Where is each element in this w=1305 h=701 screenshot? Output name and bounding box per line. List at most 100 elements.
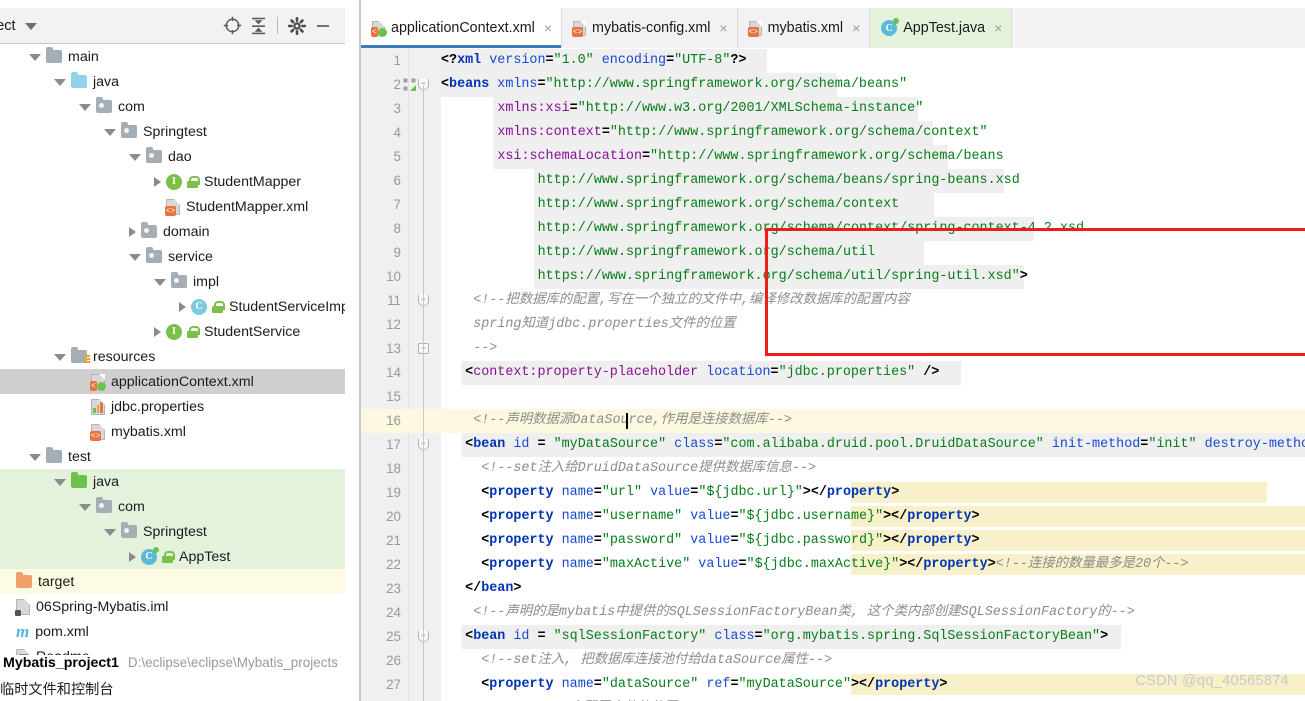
tree-item-studentmapper-xml[interactable]: <> StudentMapper.xml — [0, 194, 345, 219]
tree-item-label: applicationContext.xml — [111, 373, 254, 390]
tree-item-domain[interactable]: domain — [0, 219, 345, 244]
tree-item-icon: C — [136, 546, 178, 565]
tree-expand-arrow[interactable] — [154, 176, 161, 187]
toolbar-divider — [277, 17, 278, 34]
editor-tab-label: mybatis.xml — [767, 20, 844, 36]
editor-tab-bar[interactable]: < applicationContext.xml × <> mybatis-config… — [361, 8, 1305, 48]
tree-item-springtest[interactable]: Springtest — [0, 519, 345, 544]
line-number: 6 — [393, 173, 401, 188]
tree-item-icon: <> — [161, 198, 185, 216]
code-fold-guide — [423, 85, 424, 701]
close-icon[interactable]: × — [544, 21, 552, 35]
line-number: 7 — [393, 197, 401, 212]
code-line-text: </bean> — [465, 581, 522, 596]
tree-item-pom-xml[interactable]: m pom.xml — [0, 619, 345, 644]
code-line-text: <bean id = "sqlSessionFactory" class="or… — [465, 629, 1109, 644]
tree-item-apptest[interactable]: C AppTest — [0, 544, 345, 569]
code-line-text: --> — [473, 341, 498, 356]
tree-item-resources[interactable]: resources — [0, 344, 345, 369]
tree-expand-arrow[interactable] — [54, 79, 66, 86]
tree-item-main[interactable]: main — [0, 44, 345, 69]
watermark-text: CSDN @qq_40565874 — [1135, 673, 1289, 689]
line-number: 13 — [386, 341, 401, 356]
tree-expand-arrow[interactable] — [154, 326, 161, 337]
tree-expand-arrow[interactable] — [129, 254, 141, 261]
tree-item-label: jdbc.properties — [111, 398, 205, 415]
collapse-all-icon[interactable] — [245, 13, 271, 39]
tree-item-applicationcontext-xml[interactable]: < applicationContext.xml — [0, 369, 345, 394]
line-number: 28 — [361, 697, 401, 701]
code-line: 26 <!--set注入, 把数据库连接池付给dataSource属性--> — [361, 649, 1305, 673]
tree-item-service[interactable]: service — [0, 244, 345, 269]
tree-expand-arrow[interactable] — [29, 454, 41, 461]
tree-item-label: domain — [163, 223, 210, 240]
tree-expand-arrow[interactable] — [104, 129, 116, 136]
line-number: 26 — [386, 653, 401, 668]
tree-item-label: impl — [193, 273, 220, 290]
tree-item-impl[interactable]: impl — [0, 269, 345, 294]
tree-item-icon: I — [161, 173, 203, 190]
tree-item-label: pom.xml — [35, 623, 89, 640]
tree-item-java[interactable]: java — [0, 469, 345, 494]
tree-item-label: 06Spring-Mybatis.iml — [36, 598, 169, 615]
code-line-text: <property name="password" value="${jdbc.… — [481, 533, 980, 548]
close-icon[interactable]: × — [719, 21, 727, 35]
editor-tab-mybatis-xml[interactable]: <> mybatis.xml × — [738, 8, 871, 48]
tree-item-icon: C — [186, 298, 228, 315]
close-icon[interactable]: × — [994, 21, 1002, 35]
project-tree[interactable]: main java com Springtest dao I StudentMapper <>… — [0, 44, 345, 701]
tree-item-label: com — [118, 498, 145, 515]
tree-item-com[interactable]: com — [0, 94, 345, 119]
editor-area: < applicationContext.xml × <> mybatis-config… — [361, 0, 1305, 701]
code-line-text: <property name="maxActive" value="${jdbc… — [481, 557, 1189, 572]
tree-expand-arrow[interactable] — [129, 226, 136, 237]
tree-item-icon — [141, 247, 167, 263]
spring-bean-gutter-icon[interactable] — [403, 78, 417, 92]
tree-expand-arrow[interactable] — [79, 104, 91, 111]
tree-expand-arrow[interactable] — [104, 529, 116, 536]
project-footer-name[interactable]: Mybatis_project1 — [3, 655, 119, 671]
tree-expand-arrow[interactable] — [154, 279, 166, 286]
locate-icon[interactable] — [219, 13, 245, 39]
line-number: 17 — [386, 437, 401, 452]
code-line: 13 --> — [361, 337, 1305, 361]
minimize-icon[interactable] — [310, 13, 336, 39]
close-icon[interactable]: × — [852, 21, 860, 35]
tree-item-studentservice[interactable]: I StudentService — [0, 319, 345, 344]
code-line-text: xsi:schemaLocation="http://www.springfra… — [497, 149, 1004, 164]
tree-expand-arrow[interactable] — [129, 551, 136, 562]
tree-item-label: StudentService — [204, 323, 301, 340]
line-number: 5 — [393, 149, 401, 164]
code-line: 19 <property name="url" value="${jdbc.url… — [361, 481, 1305, 505]
tree-item-studentmapper[interactable]: I StudentMapper — [0, 169, 345, 194]
editor-tab-mybatis-config-xml[interactable]: <> mybatis-config.xml × — [562, 8, 738, 48]
tree-expand-arrow[interactable] — [54, 479, 66, 486]
gear-icon[interactable] — [284, 13, 310, 39]
code-line-text: http://www.springframework.org/schema/ut… — [537, 245, 876, 260]
tree-item-test[interactable]: test — [0, 444, 345, 469]
tree-item-com[interactable]: com — [0, 494, 345, 519]
code-line: 17 <bean id = "myDataSource" class="com.a… — [361, 433, 1305, 457]
tree-item-06spring-mybatis-iml[interactable]: 06Spring-Mybatis.iml — [0, 594, 345, 619]
tree-expand-arrow[interactable] — [129, 154, 141, 161]
tree-item-studentserviceimpl[interactable]: C StudentServiceImpl — [0, 294, 345, 319]
code-line: 1 <?xml version="1.0" encoding="UTF-8"?> — [361, 49, 1305, 73]
tree-item-dao[interactable]: dao — [0, 144, 345, 169]
code-editor[interactable]: 1 <?xml version="1.0" encoding="UTF-8"?> 2… — [361, 48, 1305, 701]
tree-expand-arrow[interactable] — [179, 301, 186, 312]
tree-expand-arrow[interactable] — [54, 354, 66, 361]
code-line: 22 <property name="maxActive" value="${jd… — [361, 553, 1305, 577]
project-footer-bottom-label[interactable]: 临时文件和控制台 — [0, 682, 114, 698]
tree-item-label: StudentMapper — [204, 173, 302, 190]
chevron-down-icon[interactable] — [24, 23, 37, 30]
tree-item-jdbc-properties[interactable]: jdbc.properties — [0, 394, 345, 419]
tree-item-target[interactable]: target — [0, 569, 345, 594]
tree-expand-arrow[interactable] — [79, 504, 91, 511]
line-number: 3 — [393, 101, 401, 116]
editor-tab-apptest-java[interactable]: C AppTest.java × — [870, 8, 1013, 48]
tree-item-mybatis-xml[interactable]: <> mybatis.xml — [0, 419, 345, 444]
tree-item-java[interactable]: java — [0, 69, 345, 94]
tree-item-springtest[interactable]: Springtest — [0, 119, 345, 144]
editor-tab-applicationcontext-xml[interactable]: < applicationContext.xml × — [361, 8, 563, 48]
tree-expand-arrow[interactable] — [29, 54, 41, 61]
